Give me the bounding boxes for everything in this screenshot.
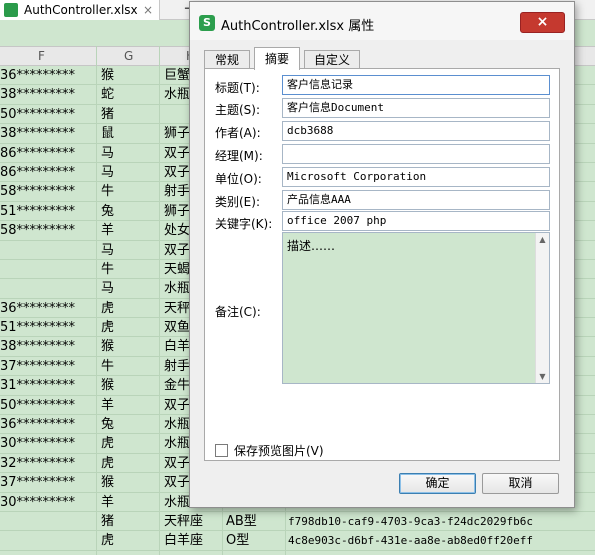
save-preview-row[interactable]: 保存预览图片(V) (215, 442, 324, 459)
subject-field[interactable]: 客户信息Document (282, 98, 550, 118)
category-field[interactable]: 产品信息AAA (282, 190, 550, 210)
cell-g[interactable]: 猴 (97, 66, 159, 85)
category-label: 类别(E): (215, 195, 260, 209)
cell-f[interactable]: 31********* (0, 376, 96, 395)
dialog-title: AuthController.xlsx 属性 (221, 19, 375, 34)
cell-g[interactable]: 蛇 (97, 85, 159, 104)
notes-scrollbar[interactable]: ▲ ▼ (535, 233, 549, 383)
save-preview-checkbox[interactable] (215, 444, 228, 457)
title-field[interactable]: 客户信息记录 (282, 75, 550, 95)
cell-f[interactable]: 51********* (0, 202, 96, 221)
cell-i[interactable]: AB型 (223, 512, 285, 531)
title-label: 标题(T): (215, 81, 260, 95)
cell-g[interactable]: 牛 (97, 182, 159, 201)
cell-f[interactable]: 58********* (0, 182, 96, 201)
cell-f[interactable] (0, 512, 96, 531)
close-button[interactable]: × (520, 12, 565, 33)
cell-g[interactable]: 羊 (97, 221, 159, 240)
cell-g[interactable]: 虎 (97, 531, 159, 550)
cell-f[interactable]: 36********* (0, 299, 96, 318)
cell-g[interactable]: 猪 (97, 105, 159, 124)
cell-g[interactable]: 猴 (97, 376, 159, 395)
app-icon: S (199, 15, 215, 31)
cell-f[interactable]: 36********* (0, 66, 96, 85)
tab-general[interactable]: 常规 (204, 50, 250, 69)
company-field[interactable]: Microsoft Corporation (282, 167, 550, 187)
column-header-g[interactable]: G (124, 49, 133, 63)
close-tab-icon[interactable]: × (143, 3, 153, 17)
cell-f[interactable]: 37********* (0, 357, 96, 376)
cell-g[interactable]: 虎 (97, 318, 159, 337)
cell-g[interactable]: 虎 (97, 454, 159, 473)
cell-f[interactable]: 58********* (0, 221, 96, 240)
cell-f[interactable]: 86********* (0, 144, 96, 163)
cell-f[interactable]: 36********* (0, 415, 96, 434)
ok-button[interactable]: 确定 (399, 473, 476, 494)
cell-g[interactable]: 猴 (97, 337, 159, 356)
tab-custom[interactable]: 自定义 (304, 50, 360, 69)
cell-g[interactable]: 马 (97, 241, 159, 260)
cell-g[interactable]: 马 (97, 279, 159, 298)
cell-i[interactable]: O型 (223, 531, 285, 550)
table-row: 猪天秤座 AB型 f798db10-caf9-4703-9ca3-f24dc2029… (0, 512, 595, 532)
cell-g[interactable]: 猴 (97, 473, 159, 492)
cell-f[interactable]: 30********* (0, 493, 96, 512)
cell-f[interactable]: 37********* (0, 473, 96, 492)
cell-f[interactable]: 38********* (0, 124, 96, 143)
column-header-f[interactable]: F (38, 49, 45, 63)
cell-g[interactable]: 牛 (97, 357, 159, 376)
cell-j[interactable]: 4c8e903c-d6bf-431e-aa8e-ab8ed0ff20eff (286, 531, 586, 550)
cell-g[interactable]: 羊 (97, 493, 159, 512)
company-label: 单位(O): (215, 172, 262, 186)
cell-g[interactable]: 鼠 (97, 124, 159, 143)
tab-summary[interactable]: 摘要 (254, 47, 300, 70)
cell-g[interactable]: 兔 (97, 202, 159, 221)
author-label: 作者(A): (215, 126, 261, 140)
cell-h[interactable]: 白羊座 (160, 531, 222, 550)
cell-f[interactable] (0, 260, 96, 279)
subject-label: 主题(S): (215, 103, 261, 117)
file-tab[interactable]: AuthController.xlsx × (0, 0, 160, 20)
cell-f[interactable]: 32********* (0, 454, 96, 473)
save-preview-label: 保存预览图片(V) (234, 444, 324, 458)
cell-f[interactable] (0, 241, 96, 260)
cell-j[interactable]: f798db10-caf9-4703-9ca3-f24dc2029fb6c (286, 512, 586, 531)
cell-g[interactable]: 马 (97, 163, 159, 182)
keywords-field[interactable]: office 2007 php (282, 211, 550, 231)
cell-g[interactable]: 兔 (97, 415, 159, 434)
properties-dialog: S AuthController.xlsx 属性 × 常规 摘要 自定义 标题(… (189, 1, 575, 508)
cell-g[interactable]: 猪 (97, 512, 159, 531)
summary-panel: 标题(T): 客户信息记录 主题(S): 客户信息Document 作者(A):… (204, 68, 560, 461)
author-field[interactable]: dcb3688 (282, 121, 550, 141)
spreadsheet-icon (4, 3, 18, 17)
keywords-label: 关键字(K): (215, 217, 273, 231)
cancel-button[interactable]: 取消 (482, 473, 559, 494)
scroll-down-icon[interactable]: ▼ (536, 370, 549, 383)
cell-f[interactable]: 51********* (0, 318, 96, 337)
file-tab-title: AuthController.xlsx (24, 3, 138, 17)
cell-g[interactable]: 羊 (97, 396, 159, 415)
cell-g[interactable]: 马 (97, 144, 159, 163)
manager-label: 经理(M): (215, 149, 263, 163)
notes-text: 描述…… (287, 239, 336, 253)
notes-textarea[interactable]: 描述…… ▲ ▼ (282, 232, 550, 384)
notes-label: 备注(C): (215, 305, 261, 319)
cell-g[interactable]: 牛 (97, 260, 159, 279)
cell-g[interactable]: 虎 (97, 434, 159, 453)
cell-g[interactable]: 虎 (97, 299, 159, 318)
cell-f[interactable]: 38********* (0, 85, 96, 104)
manager-field[interactable] (282, 144, 550, 164)
cell-f[interactable]: 30********* (0, 434, 96, 453)
cell-h[interactable]: 天秤座 (160, 512, 222, 531)
cell-f[interactable] (0, 531, 96, 550)
cell-f[interactable]: 50********* (0, 105, 96, 124)
table-row: 虎白羊座 O型 4c8e903c-d6bf-431e-aa8e-ab8ed0ff20… (0, 531, 595, 551)
cell-f[interactable]: 86********* (0, 163, 96, 182)
cell-f[interactable]: 50********* (0, 396, 96, 415)
cell-f[interactable]: 38********* (0, 337, 96, 356)
dialog-titlebar[interactable]: S AuthController.xlsx 属性 × (190, 2, 574, 40)
cell-f[interactable] (0, 279, 96, 298)
scroll-up-icon[interactable]: ▲ (536, 233, 549, 246)
